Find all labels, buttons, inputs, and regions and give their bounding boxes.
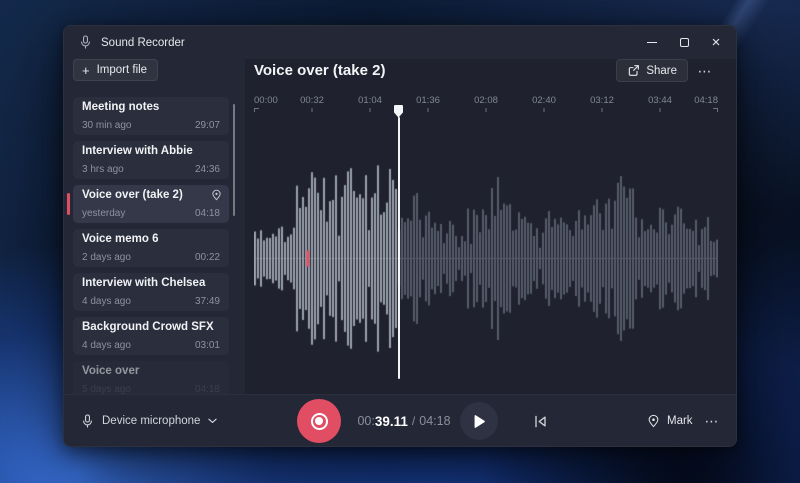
recording-age: 4 days ago <box>82 296 131 307</box>
timeline-tick <box>486 108 487 112</box>
timeline-label: 03:12 <box>590 95 614 106</box>
recording-age: 4 days ago <box>82 340 131 351</box>
timeline-label: 02:08 <box>474 95 498 106</box>
recording-age: 30 min ago <box>82 120 131 131</box>
recordings-sidebar: + Import file Meeting notes 30 min ago 2… <box>64 59 245 394</box>
minimize-button[interactable] <box>636 26 668 59</box>
share-icon <box>627 64 640 77</box>
recording-duration: 00:22 <box>195 252 220 263</box>
app-title: Sound Recorder <box>101 37 185 49</box>
time-total: 04:18 <box>419 414 450 428</box>
skip-to-start-button[interactable] <box>531 412 549 430</box>
timeline-tick <box>544 108 545 112</box>
recording-title: Meeting notes <box>82 101 159 113</box>
import-file-button[interactable]: + Import file <box>73 59 158 81</box>
close-button[interactable]: × <box>700 26 732 59</box>
timeline-tick <box>254 108 259 112</box>
minimize-icon <box>647 42 657 43</box>
recording-list-item[interactable]: Voice over 5 days ago 04:18 <box>73 361 229 394</box>
recording-list-item[interactable]: Meeting notes 30 min ago 29:07 <box>73 97 229 135</box>
time-current: 39.11 <box>375 414 408 429</box>
transport-bar: Device microphone 00:39.11 / 04:18 <box>64 394 736 446</box>
transport-more-button[interactable]: ⋯ <box>700 410 724 432</box>
timeline-labels: 00:00 00:32 01:04 01:36 02:08 02:40 03:12 03:44… <box>254 95 718 106</box>
timeline-tick <box>660 108 661 112</box>
recording-title: Voice memo 6 <box>82 233 159 245</box>
more-icon: ⋯ <box>705 413 720 430</box>
timeline-label: 04:18 <box>694 95 718 106</box>
recording-age: 3 hrs ago <box>82 164 124 175</box>
recording-duration: 37:49 <box>195 296 220 307</box>
timeline-ticks <box>254 108 718 113</box>
recording-age: yesterday <box>82 208 125 219</box>
editor-panel: Voice over (take 2) Share ⋯ 00:00 00:32 01… <box>245 59 736 394</box>
close-icon: × <box>712 35 721 50</box>
mark-label: Mark <box>667 415 693 427</box>
share-label: Share <box>646 65 677 77</box>
maximize-button[interactable] <box>668 26 700 59</box>
plus-icon: + <box>82 64 90 77</box>
timeline-tick <box>602 108 603 112</box>
time-separator: / <box>412 414 415 428</box>
timeline-tick <box>370 108 371 112</box>
time-display: 00:39.11 / 04:18 <box>343 395 465 447</box>
time-prefix: 00: <box>357 414 374 428</box>
sidebar-scrollbar[interactable] <box>233 104 235 216</box>
desktop-wallpaper: Sound Recorder × + Import file Meeting n… <box>0 0 800 483</box>
input-device-selector[interactable]: Device microphone <box>81 395 217 447</box>
timeline-label: 02:40 <box>532 95 556 106</box>
mark-pin-icon <box>647 414 660 428</box>
recording-page-title: Voice over (take 2) <box>254 62 385 79</box>
sound-recorder-window: Sound Recorder × + Import file Meeting n… <box>63 25 737 447</box>
timeline-label: 01:36 <box>416 95 440 106</box>
recording-list-item[interactable]: Interview with Abbie 3 hrs ago 24:36 <box>73 141 229 179</box>
recording-title: Interview with Abbie <box>82 145 193 157</box>
recording-title: Voice over (take 2) <box>82 189 183 201</box>
import-file-label: Import file <box>97 64 148 76</box>
recording-age: 5 days ago <box>82 384 131 394</box>
recording-title: Background Crowd SFX <box>82 321 214 333</box>
play-icon <box>473 414 486 429</box>
microphone-app-icon <box>79 35 92 50</box>
recordings-list: Meeting notes 30 min ago 29:07 Interview… <box>64 97 245 394</box>
header-more-button[interactable]: ⋯ <box>692 60 718 82</box>
recording-duration: 04:18 <box>195 208 220 219</box>
recording-pin-icon <box>211 189 222 201</box>
recording-title: Voice over <box>82 365 139 377</box>
play-button[interactable] <box>460 402 498 440</box>
skip-to-start-icon <box>533 414 548 429</box>
recording-title: Interview with Chelsea <box>82 277 205 289</box>
selection-indicator <box>67 193 70 215</box>
recording-duration: 03:01 <box>195 340 220 351</box>
timeline-label: 01:04 <box>358 95 382 106</box>
timeline-label: 00:00 <box>254 95 278 106</box>
titlebar[interactable]: Sound Recorder × <box>64 26 736 59</box>
playhead-line[interactable] <box>398 117 400 379</box>
recording-duration: 04:18 <box>195 384 220 394</box>
record-button[interactable] <box>297 399 341 443</box>
microphone-icon <box>81 414 94 429</box>
more-icon: ⋯ <box>698 63 713 80</box>
recording-list-item[interactable]: Voice memo 6 2 days ago 00:22 <box>73 229 229 267</box>
recording-duration: 29:07 <box>195 120 220 131</box>
waveform-canvas[interactable] <box>254 141 718 376</box>
timeline-tick <box>428 108 429 112</box>
record-icon <box>311 413 328 430</box>
recording-list-item[interactable]: Interview with Chelsea 4 days ago 37:49 <box>73 273 229 311</box>
timeline-tick <box>312 108 313 112</box>
recording-age: 2 days ago <box>82 252 131 263</box>
timeline-tick <box>713 108 718 112</box>
recording-list-item[interactable]: Background Crowd SFX 4 days ago 03:01 <box>73 317 229 355</box>
input-device-label: Device microphone <box>102 415 200 427</box>
recording-duration: 24:36 <box>195 164 220 175</box>
chevron-down-icon <box>208 418 217 424</box>
maximize-icon <box>680 38 689 47</box>
share-button[interactable]: Share <box>616 59 688 82</box>
recording-list-item[interactable]: Voice over (take 2) yesterday 04:18 <box>73 185 229 223</box>
timeline-label: 00:32 <box>300 95 324 106</box>
mark-button[interactable]: Mark <box>647 395 693 447</box>
timeline-label: 03:44 <box>648 95 672 106</box>
